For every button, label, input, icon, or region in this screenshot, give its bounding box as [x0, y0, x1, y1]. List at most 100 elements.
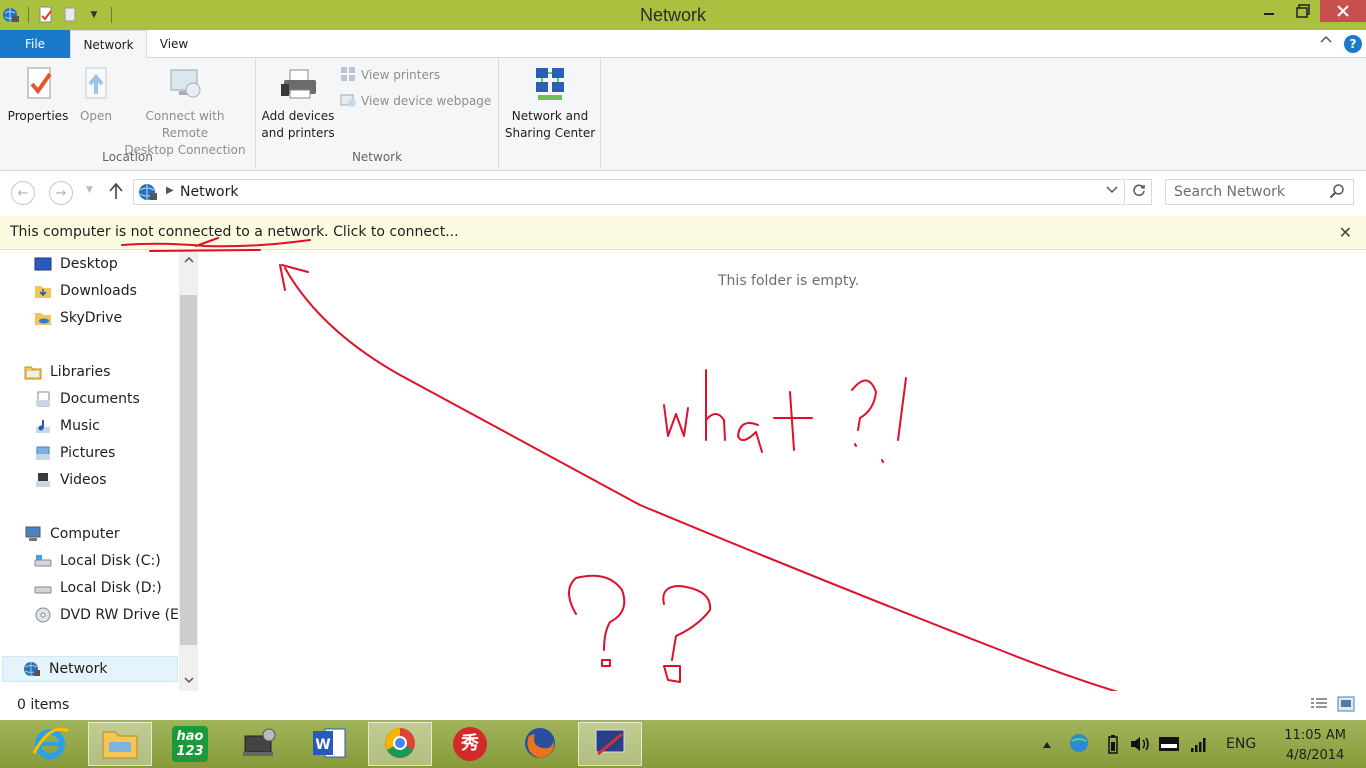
battery-icon[interactable]: [1107, 734, 1119, 757]
taskbar-xiu-app[interactable]: 秀: [438, 722, 502, 766]
open-button[interactable]: Open: [76, 64, 116, 125]
maximize-button[interactable]: [1286, 0, 1320, 22]
network-signal-icon[interactable]: [1190, 735, 1208, 756]
nav-item-local-disk-c[interactable]: Local Disk (C:): [34, 548, 161, 574]
address-dropdown-icon[interactable]: [1106, 184, 1118, 197]
forward-arrow-icon: →: [55, 185, 67, 201]
ribbon: Properties Open Connect with Remote Desk…: [0, 58, 1366, 171]
nav-label: Local Disk (C:): [60, 553, 161, 569]
nav-item-documents[interactable]: Documents: [34, 386, 140, 412]
tab-view[interactable]: View: [148, 30, 200, 58]
details-view-icon[interactable]: [1310, 696, 1328, 712]
sharing-center-label-1: Network and: [511, 109, 589, 123]
taskbar-paint-app[interactable]: [578, 722, 642, 766]
clock[interactable]: 11:05 AM 4/8/2014: [1284, 726, 1346, 766]
window-title: Network: [639, 5, 706, 25]
taskbar-word[interactable]: W: [298, 722, 362, 766]
nav-label: Desktop: [60, 256, 118, 272]
hao123-icon: hao 123: [172, 726, 208, 762]
help-icon[interactable]: ?: [1344, 35, 1362, 53]
nav-item-music[interactable]: Music: [34, 413, 100, 439]
close-button[interactable]: [1320, 0, 1366, 22]
info-bar[interactable]: This computer is not connected to a netw…: [0, 216, 1366, 250]
nav-item-network[interactable]: Network: [2, 656, 178, 682]
refresh-button[interactable]: [1126, 179, 1152, 205]
device-webpage-icon: [340, 92, 356, 111]
address-row: ← → ▼ ▶ Network: [0, 171, 1366, 213]
svg-text:W: W: [315, 737, 330, 753]
recent-locations-chevron-icon[interactable]: ▼: [86, 185, 93, 195]
address-bar[interactable]: ▶ Network: [133, 179, 1125, 205]
hao-label-2: 123: [176, 744, 204, 759]
add-devices-label-1: Add devices: [261, 109, 335, 123]
scroll-up-icon[interactable]: [179, 254, 198, 267]
network-location-icon: [138, 183, 158, 204]
search-input[interactable]: [1166, 180, 1321, 204]
breadcrumb-chevron-icon[interactable]: ▶: [166, 185, 174, 196]
properties-label: Properties: [7, 109, 69, 123]
nav-item-desktop[interactable]: Desktop: [34, 251, 118, 277]
file-explorer-icon: [101, 726, 139, 763]
libraries-icon: [24, 364, 42, 380]
nav-label: DVD RW Drive (E:): [60, 607, 190, 623]
nav-item-dvd-drive[interactable]: DVD RW Drive (E:): [34, 602, 189, 628]
downloads-folder-icon: [34, 283, 52, 299]
network-sharing-center-button[interactable]: Network and Sharing Center: [503, 64, 597, 142]
taskbar-hao123[interactable]: hao 123: [158, 722, 222, 766]
taskbar-file-explorer[interactable]: [88, 722, 152, 766]
view-printers-label: View printers: [361, 68, 441, 82]
not-connected-message[interactable]: This computer is not connected to a netw…: [10, 224, 459, 240]
content-area[interactable]: This folder is empty.: [200, 251, 1366, 691]
taskbar-firefox[interactable]: [508, 722, 572, 766]
minimize-button[interactable]: [1252, 0, 1286, 22]
action-center-icon[interactable]: [1158, 736, 1180, 755]
volume-icon[interactable]: [1129, 735, 1151, 756]
collapse-ribbon-icon[interactable]: [1320, 34, 1332, 49]
up-button[interactable]: [108, 182, 124, 203]
sharing-center-label-2: Sharing Center: [504, 126, 596, 140]
add-devices-button[interactable]: Add devices and printers: [260, 64, 336, 142]
nav-label: Computer: [50, 526, 120, 542]
nav-item-pictures[interactable]: Pictures: [34, 440, 115, 466]
tab-network[interactable]: Network: [70, 30, 147, 59]
nav-item-computer[interactable]: Computer: [24, 521, 120, 547]
view-device-webpage-label: View device webpage: [361, 94, 492, 108]
location-group: Properties Open Connect with Remote Desk…: [0, 58, 256, 168]
videos-icon: [34, 472, 52, 488]
status-bar: 0 items: [0, 691, 1366, 720]
language-indicator[interactable]: ENG: [1226, 736, 1256, 752]
breadcrumb-network[interactable]: Network: [180, 184, 238, 200]
taskbar-ie[interactable]: [18, 722, 82, 766]
search-icon[interactable]: [1329, 183, 1345, 202]
back-button[interactable]: ←: [11, 181, 35, 205]
taskbar-settings-app[interactable]: [228, 722, 292, 766]
close-infobar-icon[interactable]: ✕: [1339, 223, 1352, 242]
nav-scrollbar[interactable]: [179, 251, 198, 691]
hao-label-1: hao: [176, 729, 204, 744]
scroll-down-icon[interactable]: [179, 674, 198, 687]
printer-icon: [280, 64, 316, 104]
show-hidden-icons-icon[interactable]: [1042, 738, 1052, 752]
nav-item-downloads[interactable]: Downloads: [34, 278, 137, 304]
view-printers-icon: [340, 66, 356, 85]
taskbar-chrome[interactable]: [368, 722, 432, 766]
tray-globe-icon[interactable]: [1068, 732, 1090, 757]
scrollbar-thumb[interactable]: [180, 295, 197, 645]
taskbar: hao 123 W 秀 ENG 11:05 AM 4/8/2014: [0, 720, 1366, 768]
large-icons-view-icon[interactable]: [1337, 696, 1355, 712]
nav-item-local-disk-d[interactable]: Local Disk (D:): [34, 575, 162, 601]
local-disk-icon: [34, 580, 52, 596]
music-icon: [34, 418, 52, 434]
view-printers-button[interactable]: View printers: [340, 65, 440, 85]
search-box[interactable]: [1165, 179, 1354, 205]
nav-item-videos[interactable]: Videos: [34, 467, 107, 493]
properties-button[interactable]: Properties: [6, 64, 70, 125]
forward-button[interactable]: →: [49, 181, 73, 205]
view-device-webpage-button[interactable]: View device webpage: [340, 91, 491, 111]
nav-item-skydrive[interactable]: SkyDrive: [34, 305, 122, 331]
remote-desktop-icon: [167, 64, 203, 104]
tab-file[interactable]: File: [0, 30, 70, 58]
remote-desktop-button[interactable]: Connect with Remote Desktop Connection: [122, 64, 248, 159]
nav-item-libraries[interactable]: Libraries: [24, 359, 110, 385]
nav-label: Network: [49, 661, 108, 677]
